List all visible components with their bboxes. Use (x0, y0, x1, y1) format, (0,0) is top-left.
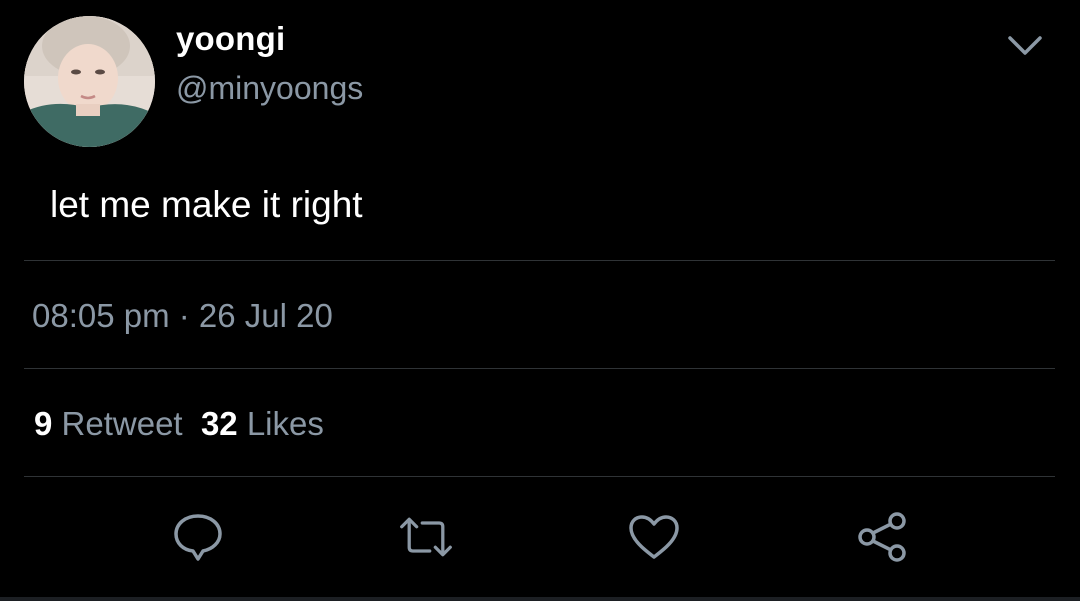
reply-button[interactable] (170, 509, 226, 565)
tweet-text: let me make it right (50, 184, 363, 225)
retweet-label: Retweet (61, 405, 183, 442)
bottom-divider (0, 597, 1080, 601)
share-button[interactable] (854, 509, 910, 565)
display-name[interactable]: yoongi (176, 20, 285, 58)
user-handle[interactable]: @minyoongs (176, 70, 363, 107)
tweet-stats: 9 Retweet 32 Likes (34, 405, 324, 443)
retweet-count: 9 (34, 405, 53, 442)
like-count: 32 (200, 405, 238, 442)
chevron-down-icon (1008, 36, 1042, 55)
like-button[interactable] (626, 509, 682, 565)
divider (24, 476, 1055, 477)
share-icon (858, 512, 906, 562)
more-options-button[interactable] (1002, 28, 1048, 64)
tweet-time: 08:05 pm (32, 297, 170, 334)
retweet-icon (400, 517, 452, 557)
avatar-image (24, 16, 155, 147)
timestamp-separator: · (169, 297, 199, 334)
retweets-stat[interactable]: 9 Retweet (34, 405, 183, 442)
likes-label: Likes (246, 405, 324, 442)
avatar[interactable] (24, 16, 155, 147)
comment-bubble-icon (174, 514, 222, 561)
divider (24, 368, 1055, 369)
divider (24, 260, 1055, 261)
heart-icon (629, 515, 679, 559)
likes-stat[interactable]: 32 Likes (201, 405, 324, 442)
tweet-timestamp: 08:05 pm · 26 Jul 20 (32, 297, 333, 335)
retweet-button[interactable] (398, 509, 454, 565)
tweet-date: 26 Jul 20 (198, 297, 333, 334)
